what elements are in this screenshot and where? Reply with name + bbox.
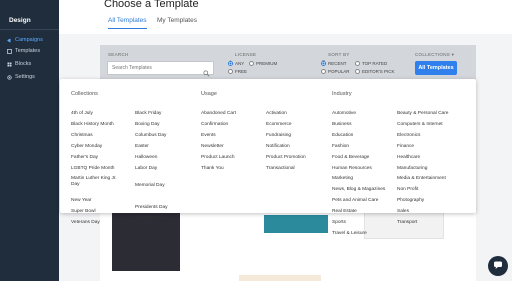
- industry-heading: Industry: [332, 91, 352, 97]
- usage-option[interactable]: Fundraising: [266, 133, 291, 139]
- sidebar-item-blocks[interactable]: Blocks: [7, 59, 31, 69]
- sidebar-section-title: Design: [9, 17, 31, 24]
- sidebar-item-label: Templates: [15, 48, 41, 54]
- collections-option[interactable]: Black History Month: [71, 122, 114, 128]
- all-templates-button[interactable]: All Templates: [415, 61, 457, 75]
- usage-option[interactable]: Newsletter: [201, 144, 224, 150]
- industry-option[interactable]: Computers & Internet: [397, 122, 443, 128]
- usage-option[interactable]: Transactional: [266, 166, 295, 172]
- license-premium-radio[interactable]: PREMIUM: [249, 61, 277, 66]
- license-free-radio[interactable]: FREE: [228, 69, 247, 74]
- industry-option[interactable]: News, Blog & Magazines: [332, 187, 385, 193]
- usage-option[interactable]: Ecommerce: [266, 122, 292, 128]
- industry-option[interactable]: Finance: [397, 144, 414, 150]
- search-icon[interactable]: [203, 64, 210, 77]
- collections-option[interactable]: Columbus Day: [135, 133, 166, 139]
- industry-option[interactable]: Electronics: [397, 133, 420, 139]
- collections-option[interactable]: Martin Luther King Jr. Day: [71, 176, 125, 188]
- collections-option[interactable]: 4th of July: [71, 111, 93, 117]
- industry-option[interactable]: Beauty & Personal Care: [397, 111, 448, 117]
- sort-top-rated-radio[interactable]: TOP RATED: [355, 61, 387, 66]
- page-header: Choose a Template All Templates My Templ…: [59, 0, 512, 34]
- usage-option[interactable]: Product Launch: [201, 155, 235, 161]
- sidebar-divider: [0, 29, 59, 30]
- industry-option[interactable]: Human Resources: [332, 166, 372, 172]
- industry-option[interactable]: Photography: [397, 198, 424, 204]
- license-icon: [228, 51, 233, 69]
- sidebar-item-label: Settings: [15, 74, 35, 80]
- collections-option[interactable]: Labor Day: [135, 166, 157, 172]
- industry-option[interactable]: Sales: [397, 209, 409, 215]
- collections-option[interactable]: New Year: [71, 198, 92, 204]
- collections-option[interactable]: Halloween: [135, 155, 157, 161]
- sort-recent-radio[interactable]: RECENT: [321, 61, 347, 66]
- collections-option[interactable]: Father's Day: [71, 155, 98, 161]
- sort-icon: [321, 51, 326, 69]
- industry-option[interactable]: Marketing: [332, 176, 353, 182]
- collections-option[interactable]: Boxing Day: [135, 122, 160, 128]
- collections-option[interactable]: LGBTQ Pride Month: [71, 166, 114, 172]
- sidebar: Design Campaigns Templates Blocks Settin…: [0, 0, 59, 281]
- sidebar-item-settings[interactable]: Settings: [7, 72, 35, 82]
- usage-heading: Usage: [201, 91, 217, 97]
- usage-option[interactable]: Notification: [266, 144, 290, 150]
- template-card-thumbnail[interactable]: [264, 215, 328, 233]
- industry-option[interactable]: Non Profit: [397, 187, 418, 193]
- collections-option[interactable]: Presidents Day: [135, 205, 168, 211]
- usage-option[interactable]: Product Promotion: [266, 155, 306, 161]
- collections-option[interactable]: Valentines Day: [135, 216, 167, 222]
- page-title: Choose a Template: [104, 0, 199, 10]
- industry-option[interactable]: Healthcare: [397, 155, 420, 161]
- sidebar-item-label: Blocks: [15, 61, 32, 67]
- industry-option[interactable]: Education: [332, 133, 353, 139]
- chat-icon: [493, 257, 503, 275]
- usage-option[interactable]: Thank You: [201, 166, 224, 172]
- industry-option[interactable]: Fashion: [332, 144, 349, 150]
- usage-option[interactable]: Events: [201, 133, 216, 139]
- collections-dropdown-toggle[interactable]: COLLECTIONS ▾: [415, 52, 454, 58]
- collections-option[interactable]: Christmas: [71, 133, 93, 139]
- usage-option[interactable]: Confirmation: [201, 122, 228, 128]
- sidebar-item-campaigns[interactable]: Campaigns: [7, 35, 43, 45]
- industry-option[interactable]: Transport: [397, 220, 417, 226]
- search-label: SEARCH: [108, 52, 129, 57]
- industry-option[interactable]: Food & Beverage: [332, 155, 369, 161]
- collections-option[interactable]: Cyber Monday: [71, 144, 102, 150]
- sidebar-item-label: Campaigns: [15, 37, 43, 43]
- settings-icon: [7, 74, 12, 80]
- industry-option[interactable]: Pets and Animal Care: [332, 198, 378, 204]
- industry-option[interactable]: Media & Entertainment: [397, 176, 446, 182]
- collections-option[interactable]: Super Bowl: [71, 209, 96, 215]
- sidebar-item-templates[interactable]: Templates: [7, 46, 40, 56]
- license-any-radio[interactable]: ANY: [228, 61, 244, 66]
- usage-option[interactable]: Activation: [266, 111, 287, 117]
- usage-option[interactable]: Abandoned Cart: [201, 111, 236, 117]
- industry-option[interactable]: Sports: [332, 220, 346, 226]
- collections-dropdown-menu: Collections Usage Industry 4th of July Bl…: [60, 79, 476, 236]
- industry-option[interactable]: Real Estate: [332, 209, 357, 215]
- sort-label: SORT BY: [328, 52, 350, 57]
- sort-editors-pick-radio[interactable]: EDITOR'S PICK: [355, 69, 395, 74]
- collections-option[interactable]: Veterans Day: [71, 220, 100, 226]
- collections-option[interactable]: Easter: [135, 144, 149, 150]
- templates-icon: [7, 48, 12, 54]
- collections-option[interactable]: Memorial Day: [135, 183, 165, 189]
- template-card-thumbnail[interactable]: [239, 275, 321, 281]
- search-input[interactable]: [107, 61, 214, 75]
- blocks-icon: [7, 62, 12, 67]
- industry-option[interactable]: Automotive: [332, 111, 356, 117]
- filter-bar: SEARCH LICENSE ANY PREMIUM FREE SORT BY …: [100, 45, 476, 81]
- tab-all-templates[interactable]: All Templates: [108, 17, 147, 29]
- campaigns-icon: [7, 38, 12, 43]
- collections-option[interactable]: Black Friday: [135, 111, 161, 117]
- industry-option[interactable]: Business: [332, 122, 351, 128]
- license-label: LICENSE: [235, 52, 257, 57]
- industry-option[interactable]: Travel & Leisure: [332, 231, 367, 237]
- chat-button[interactable]: [488, 256, 508, 276]
- industry-option[interactable]: Manufacturing: [397, 166, 427, 172]
- tab-my-templates[interactable]: My Templates: [157, 17, 197, 28]
- collections-heading: Collections: [71, 91, 98, 97]
- sort-popular-radio[interactable]: POPULAR: [321, 69, 350, 74]
